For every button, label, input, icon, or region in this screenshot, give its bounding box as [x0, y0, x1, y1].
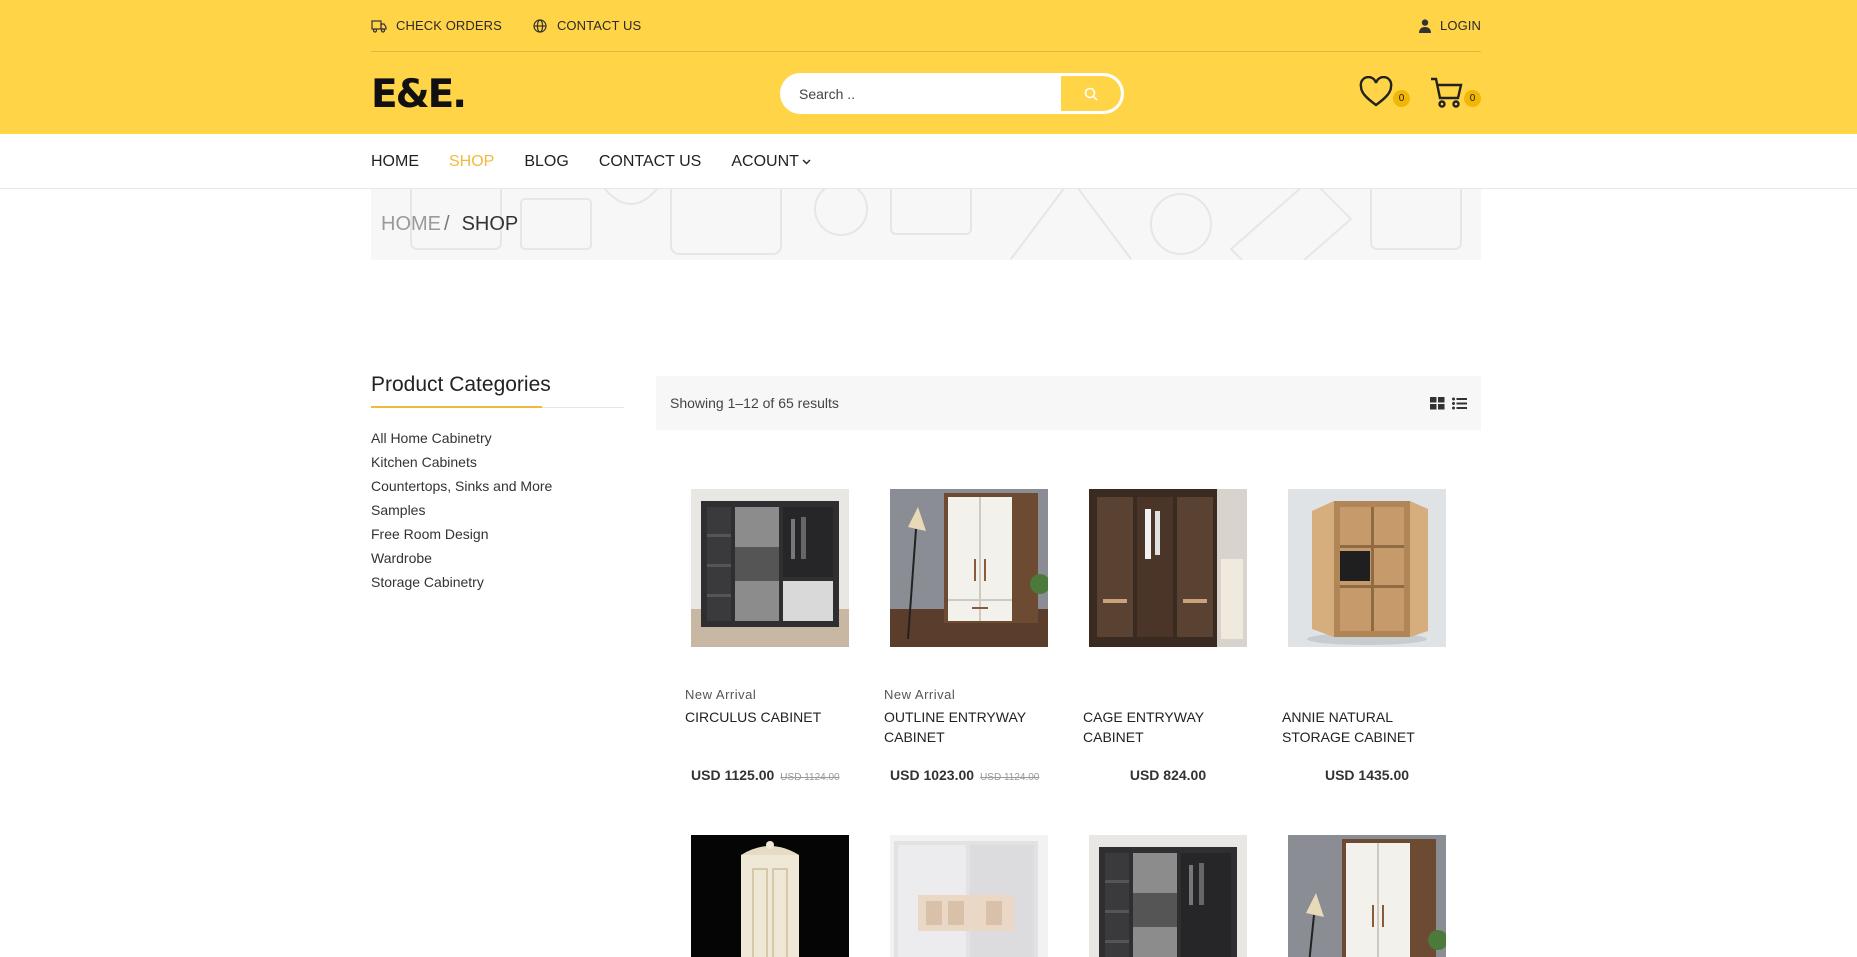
- cart-button[interactable]: 0: [1430, 76, 1481, 113]
- product-price: USD 1435.00: [1288, 767, 1446, 783]
- category-item[interactable]: Samples: [371, 502, 624, 526]
- product-image[interactable]: [691, 489, 849, 647]
- cart-count-badge: 0: [1464, 90, 1481, 107]
- sidebar-title: Product Categories: [371, 373, 551, 396]
- user-icon: [1419, 18, 1432, 33]
- breadcrumb-separator: /: [444, 213, 450, 235]
- current-price: USD 1435.00: [1324, 767, 1410, 783]
- top-contact-label: CONTACT US: [556, 18, 642, 33]
- sidebar-title-underline: [371, 406, 624, 408]
- product-image[interactable]: [1089, 835, 1247, 957]
- product-image[interactable]: [890, 835, 1048, 957]
- product-image[interactable]: [890, 489, 1048, 647]
- category-item[interactable]: Storage Cabinetry: [371, 574, 624, 598]
- wishlist-button[interactable]: 0: [1359, 75, 1410, 113]
- search-button[interactable]: [1061, 76, 1121, 111]
- cart-icon: [1431, 77, 1463, 108]
- heart-icon: [1359, 75, 1393, 107]
- product-tag: New Arrival: [685, 687, 757, 702]
- product-price: USD 1023.00 USD 1124.00: [890, 767, 1048, 783]
- product-name[interactable]: OUTLINE ENTRYWAY CABINET: [884, 707, 1062, 747]
- current-price: USD 1023.00: [890, 767, 975, 783]
- main-header: E&E. 0 0: [371, 53, 1481, 134]
- product-price: USD 1125.00 USD 1124.00: [691, 767, 849, 783]
- nav-home[interactable]: HOME: [371, 153, 419, 171]
- product-image[interactable]: [1288, 489, 1446, 647]
- check-orders-link[interactable]: CHECK ORDERS: [371, 18, 502, 33]
- nav-account-label: ACOUNT: [731, 152, 799, 170]
- category-item[interactable]: Free Room Design: [371, 526, 624, 550]
- site-logo[interactable]: E&E.: [371, 75, 467, 114]
- product-image[interactable]: [1288, 835, 1446, 957]
- breadcrumb: HOME / SHOP: [371, 189, 1481, 260]
- category-item[interactable]: Wardrobe: [371, 550, 624, 574]
- results-count: Showing 1–12 of 65 results: [670, 395, 839, 411]
- product-image[interactable]: [691, 835, 849, 957]
- grid-view-icon[interactable]: [1430, 396, 1445, 410]
- login-link[interactable]: LOGIN: [1419, 18, 1481, 33]
- category-item[interactable]: Kitchen Cabinets: [371, 454, 624, 478]
- product-image[interactable]: [1089, 489, 1247, 647]
- top-contact-link[interactable]: CONTACT US: [532, 18, 641, 33]
- list-view-icon[interactable]: [1452, 397, 1467, 410]
- product-price: USD 824.00: [1089, 767, 1247, 783]
- category-item[interactable]: Countertops, Sinks and More: [371, 478, 624, 502]
- nav-blog[interactable]: BLOG: [524, 153, 568, 171]
- breadcrumb-text: HOME / SHOP: [381, 213, 518, 236]
- category-list: All Home Cabinetry Kitchen Cabinets Coun…: [371, 430, 624, 598]
- shop-toolbar: Showing 1–12 of 65 results: [656, 376, 1481, 430]
- view-toggle: [1430, 396, 1467, 410]
- product-name[interactable]: CIRCULUS CABINET: [685, 707, 863, 727]
- main-nav: HOME SHOP BLOG CONTACT US ACOUNT: [371, 134, 1481, 189]
- top-bar: CHECK ORDERS CONTACT US LOGIN: [371, 0, 1481, 52]
- nav-account[interactable]: ACOUNT: [731, 153, 811, 171]
- product-name[interactable]: ANNIE NATURAL STORAGE CABINET: [1282, 707, 1460, 747]
- category-item[interactable]: All Home Cabinetry: [371, 430, 624, 454]
- current-price: USD 1125.00: [691, 767, 775, 783]
- search-box: [780, 73, 1124, 114]
- old-price: USD 1124.00: [980, 772, 1040, 783]
- globe-icon: [533, 18, 547, 33]
- current-price: USD 824.00: [1129, 767, 1207, 783]
- login-label: LOGIN: [1440, 18, 1481, 33]
- sidebar: Product Categories All Home Cabinetry Ki…: [371, 373, 624, 598]
- old-price: USD 1124.00: [780, 772, 840, 783]
- search-icon: [1084, 87, 1098, 101]
- breadcrumb-current: SHOP: [461, 213, 519, 235]
- product-name[interactable]: CAGE ENTRYWAY CABINET: [1083, 707, 1261, 747]
- nav-shop[interactable]: SHOP: [449, 153, 494, 171]
- nav-contact[interactable]: CONTACT US: [599, 153, 702, 171]
- breadcrumb-home[interactable]: HOME: [381, 213, 441, 235]
- wishlist-count-badge: 0: [1393, 90, 1410, 107]
- search-input[interactable]: [783, 76, 1061, 111]
- truck-icon: [371, 19, 387, 33]
- chevron-down-icon: [802, 159, 811, 164]
- check-orders-label: CHECK ORDERS: [396, 18, 502, 33]
- furniture-pattern-background: [410, 189, 1462, 260]
- product-tag: New Arrival: [884, 687, 956, 702]
